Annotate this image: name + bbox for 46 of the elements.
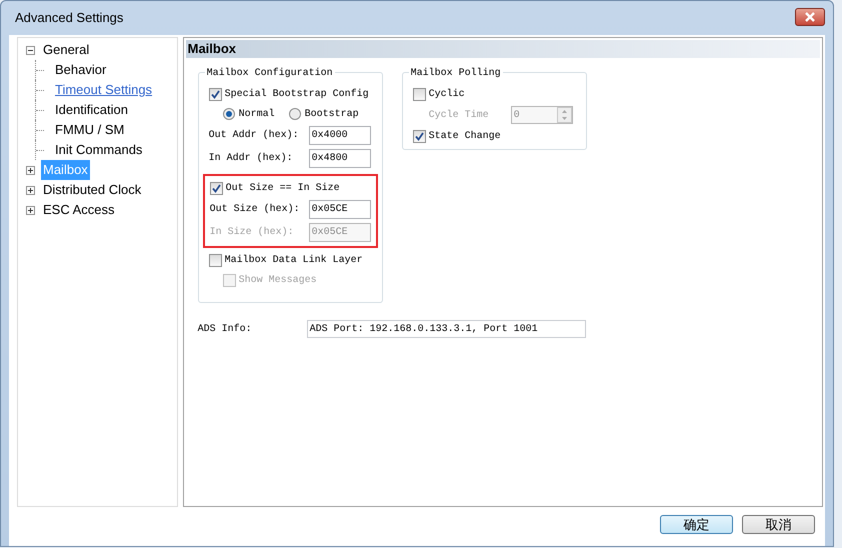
checkmark-icon	[210, 90, 220, 98]
checkmark-icon	[414, 132, 424, 140]
field-label: In Size (hex):	[210, 226, 295, 240]
tree-item[interactable]: General	[41, 40, 92, 60]
close-icon	[804, 12, 816, 22]
field-label: ADS Info:	[198, 322, 253, 336]
checkbox-label: State Change	[428, 130, 501, 144]
input-field[interactable]: 0x05CE	[308, 200, 371, 219]
input-field[interactable]: ADS Port: 192.168.0.133.3.1, Port 1001	[306, 320, 586, 338]
field-label: Cycle Time	[428, 108, 490, 122]
input-field[interactable]: 0x4000	[308, 126, 371, 145]
tree-item[interactable]: Timeout Settings	[53, 80, 154, 100]
checkbox[interactable]	[412, 88, 426, 100]
input-field[interactable]: 0x4800	[308, 149, 371, 168]
checkbox[interactable]	[412, 130, 426, 142]
radio-button[interactable]	[222, 108, 235, 120]
tree-item[interactable]: Behavior	[53, 60, 108, 80]
radio-button[interactable]	[288, 108, 301, 120]
tree-item[interactable]: Init Commands	[53, 140, 144, 160]
tree-item[interactable]: Identification	[53, 100, 130, 120]
dialog-button[interactable]: 确定	[660, 515, 733, 534]
expand-icon[interactable]	[26, 186, 35, 194]
expand-icon[interactable]	[26, 206, 35, 214]
checkbox-label: Out Size == In Size	[226, 182, 340, 196]
checkbox-label: Show Messages	[238, 274, 317, 288]
checkbox-label: Cyclic	[428, 88, 465, 102]
checkbox[interactable]	[210, 182, 223, 194]
expand-icon[interactable]	[26, 166, 35, 174]
dialog-button[interactable]: 取消	[742, 515, 815, 534]
collapse-icon[interactable]	[26, 46, 35, 54]
panel-title: Mailbox	[188, 40, 236, 58]
radio-label: Normal	[238, 108, 275, 122]
checkbox-label: Mailbox Data Link Layer	[224, 254, 363, 268]
radio-label: Bootstrap	[304, 108, 359, 122]
checkbox-label: Special Bootstrap Config	[224, 88, 369, 102]
tree-item[interactable]: Distributed Clock	[41, 180, 144, 200]
field-label: Out Addr (hex):	[208, 128, 300, 143]
close-button[interactable]	[795, 8, 825, 26]
window-title: Advanced Settings	[15, 9, 124, 28]
checkbox[interactable]	[208, 88, 222, 100]
field-label: Out Size (hex):	[210, 202, 301, 217]
field-label: In Addr (hex):	[208, 152, 294, 166]
tree-item[interactable]: FMMU / SM	[53, 120, 126, 140]
tree-item[interactable]: ESC Access	[41, 200, 117, 220]
checkbox[interactable]	[208, 254, 222, 266]
checkmark-icon	[212, 184, 221, 192]
